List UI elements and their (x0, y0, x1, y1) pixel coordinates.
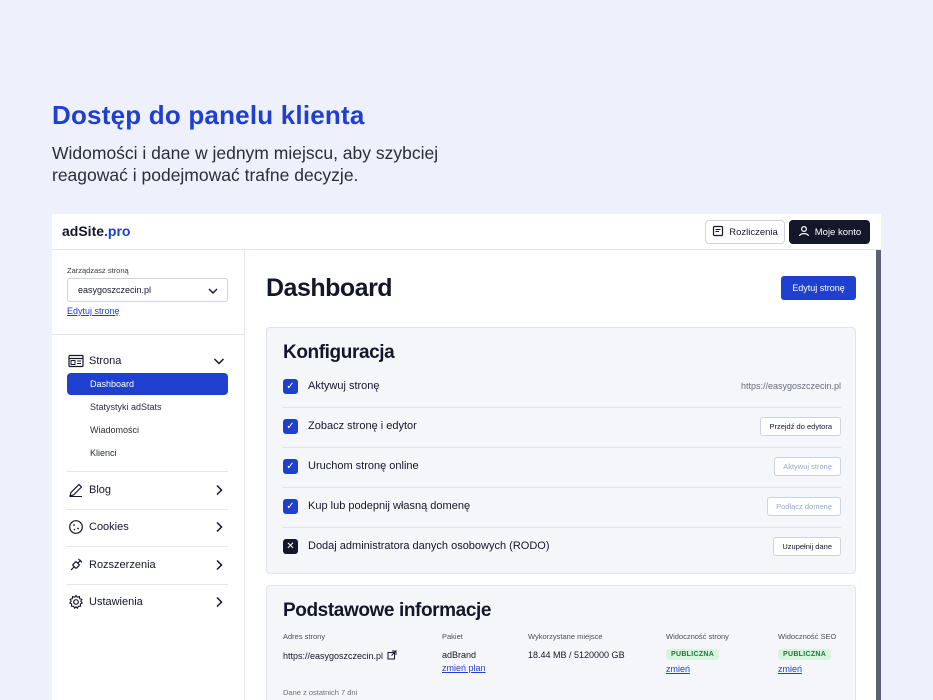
receipt-icon (712, 225, 724, 240)
info-space: Wykorzystane miejsce 18.44 MB / 5120000 … (528, 632, 625, 660)
config-row: ✓ Uruchom stronę online Aktywuj stronę (283, 448, 841, 488)
external-link-icon[interactable] (387, 650, 397, 662)
config-card: Konfiguracja ✓ Aktywuj stronę https://ea… (266, 327, 856, 574)
info-head: Adres strony (283, 632, 326, 641)
sidebar-section-strona[interactable]: Strona (67, 351, 228, 371)
edit-site-button[interactable]: Edytuj stronę (781, 276, 856, 300)
config-title: Konfiguracja (283, 342, 395, 363)
config-row: ✓ Aktywuj stronę https://easygoszczecin.… (283, 368, 841, 408)
sidebar-item-statystyki[interactable]: Statystyki adStats (67, 396, 228, 418)
account-button[interactable]: Moje konto (789, 220, 870, 244)
hero-subtitle: Widomości i dane w jednym miejscu, aby s… (52, 143, 439, 185)
info-visibility: Widoczność strony PUBLICZNA zmień (666, 632, 729, 674)
info-seo: Widoczność SEO PUBLICZNA zmień (778, 632, 836, 674)
config-row: ✓ Kup lub podepnij własną domenę Podłącz… (283, 488, 841, 528)
chevron-right-icon (212, 558, 226, 575)
app-window: adSite.pro Rozliczenia Moje konto Zarząd… (52, 214, 881, 700)
sidebar-item-cookies[interactable]: Cookies (67, 517, 228, 537)
check-icon[interactable]: ✓ (283, 379, 298, 394)
sidebar-divider (67, 546, 228, 547)
cookie-icon (67, 518, 85, 536)
chevron-right-icon (212, 520, 226, 537)
check-icon[interactable]: ✓ (283, 459, 298, 474)
page-icon (67, 352, 85, 370)
sidebar-divider (67, 471, 228, 472)
sidebar-item-label: Ustawienia (89, 596, 143, 608)
manage-label: Zarządzasz stroną (67, 266, 129, 275)
site-url: https://easygoszczecin.pl (740, 381, 841, 391)
edit-site-link[interactable]: Edytuj stronę (67, 306, 120, 316)
change-visibility-link[interactable]: zmień (666, 664, 729, 674)
sidebar-item-klienci[interactable]: Klienci (67, 442, 228, 464)
hero-title: Dostęp do panelu klienta (52, 100, 365, 130)
page-title: Dashboard (266, 274, 393, 302)
sidebar-section-label: Strona (89, 355, 122, 367)
sidebar-item-ustawienia[interactable]: Ustawienia (67, 592, 228, 612)
site-select[interactable]: easygoszczecin.pl (67, 278, 228, 302)
info-package: Pakiet adBrand zmień plan (442, 632, 486, 673)
sidebar-divider (52, 334, 245, 335)
scrollbar[interactable] (876, 250, 881, 700)
info-head: Widoczność SEO (778, 632, 837, 641)
site-select-value: easygoszczecin.pl (78, 285, 152, 295)
chevron-right-icon (212, 595, 226, 612)
status-badge: PUBLICZNA (666, 649, 720, 660)
connect-domain-button[interactable]: Podłącz domenę (767, 497, 841, 516)
logo[interactable]: adSite.pro (62, 223, 130, 239)
gear-icon (67, 593, 85, 611)
package-value: adBrand (442, 650, 477, 660)
close-icon[interactable]: ✕ (283, 539, 298, 554)
config-row: ✕ Dodaj administratora danych osobowych … (283, 528, 841, 568)
config-row-label: Uruchom stronę online (308, 460, 419, 472)
open-editor-button[interactable]: Przejdź do edytora (760, 417, 841, 436)
config-row-label: Zobacz stronę i edytor (308, 420, 417, 432)
sidebar-item-label: Cookies (89, 521, 129, 533)
logo-tld: .pro (104, 223, 131, 239)
info-head: Pakiet (442, 632, 463, 641)
logo-text: adSite (62, 223, 105, 239)
chevron-down-icon (212, 354, 226, 371)
plugin-icon (67, 556, 85, 574)
chevron-right-icon (212, 483, 226, 500)
topbar: adSite.pro Rozliczenia Moje konto (52, 214, 881, 250)
info-card: Podstawowe informacje Adres strony https… (266, 585, 856, 700)
config-row-label: Aktywuj stronę (308, 380, 380, 392)
sidebar-item-label: Rozszerzenia (89, 559, 156, 571)
space-value: 18.44 MB / 5120000 GB (528, 650, 625, 660)
sidebar-item-blog[interactable]: Blog (67, 480, 228, 500)
info-head: Wykorzystane miejsce (528, 632, 603, 641)
billing-button[interactable]: Rozliczenia (705, 220, 785, 244)
address-text: https://easygoszczecin.pl (283, 651, 384, 661)
sidebar-divider (67, 584, 228, 585)
sidebar: Zarządzasz stroną easygoszczecin.pl Edyt… (52, 250, 245, 700)
info-title: Podstawowe informacje (283, 600, 492, 621)
config-row-label: Kup lub podepnij własną domenę (308, 500, 471, 512)
info-address: Adres strony https://easygoszczecin.pl (283, 632, 397, 662)
chevron-down-icon (207, 285, 219, 299)
info-head: Widoczność strony (666, 632, 729, 641)
sidebar-item-wiadomosci[interactable]: Wiadomości (67, 419, 228, 441)
user-icon (798, 225, 810, 240)
billing-label: Rozliczenia (729, 226, 778, 238)
sidebar-divider (67, 509, 228, 510)
change-seo-link[interactable]: zmień (778, 664, 836, 674)
check-icon[interactable]: ✓ (283, 419, 298, 434)
sidebar-item-dashboard[interactable]: Dashboard (67, 373, 228, 395)
main-content: Dashboard Edytuj stronę Konfiguracja ✓ A… (246, 250, 875, 700)
account-label: Moje konto (814, 226, 862, 238)
address-value[interactable]: https://easygoszczecin.pl (283, 650, 397, 662)
config-row: ✓ Zobacz stronę i edytor Przejdź do edyt… (283, 408, 841, 448)
activate-site-button[interactable]: Aktywuj stronę (774, 457, 841, 476)
footer-note: Dane z ostatnich 7 dni (283, 688, 358, 697)
config-row-label: Dodaj administratora danych osobowych (R… (308, 540, 550, 552)
check-icon[interactable]: ✓ (283, 499, 298, 514)
status-badge: PUBLICZNA (778, 649, 832, 660)
sidebar-item-rozszerzenia[interactable]: Rozszerzenia (67, 555, 228, 575)
sidebar-item-label: Blog (89, 484, 112, 496)
change-plan-link[interactable]: zmień plan (442, 663, 486, 673)
fill-data-button[interactable]: Uzupełnij dane (773, 537, 841, 556)
pen-icon (67, 481, 85, 499)
